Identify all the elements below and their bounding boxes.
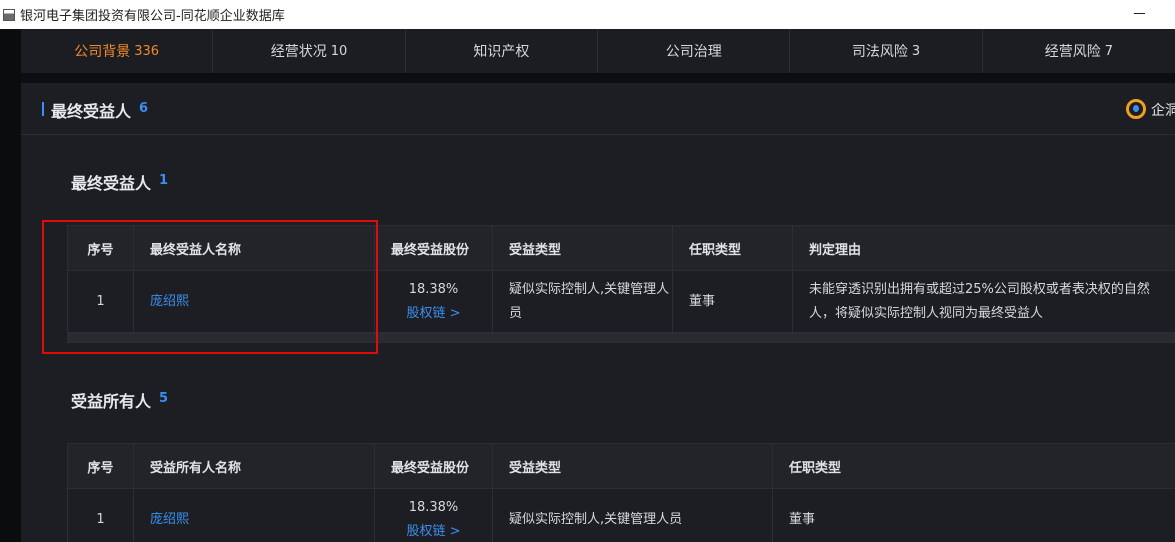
- panel-title: 最终受益人: [51, 102, 132, 121]
- column-header: 任职类型: [772, 443, 1175, 489]
- tab-judicial-risk[interactable]: 司法风险 3: [790, 29, 983, 73]
- window-titlebar: 银河电子集团投资有限公司-同花顺企业数据库: [0, 0, 1175, 29]
- left-rail: [0, 29, 21, 542]
- row-name-cell: 庞绍熙: [133, 488, 375, 542]
- section-title-beneficiaries: 最终受益人: [71, 174, 152, 193]
- row-type: 疑似实际控制人,关键管理人员: [492, 270, 673, 333]
- tab-label: 公司治理: [665, 44, 722, 60]
- tab-operating-risk[interactable]: 经营风险 7: [983, 29, 1175, 73]
- title-accent-bar: [42, 102, 44, 116]
- window-title: 银河电子集团投资有限公司-同花顺企业数据库: [20, 9, 285, 24]
- tab-separator-strip: [21, 73, 1175, 83]
- owners-table: 序号 受益所有人名称 最终受益股份 受益类型 任职类型 1 庞绍熙 18.38%…: [67, 443, 1175, 542]
- row-position: 董事: [772, 488, 1175, 542]
- column-header: 受益类型: [492, 443, 773, 489]
- beneficiary-name-link[interactable]: 庞绍熙: [150, 294, 189, 309]
- tab-operations[interactable]: 经营状况 10: [213, 29, 406, 73]
- table-row: 1 庞绍熙 18.38% 股权链 > 疑似实际控制人,关键管理人员 董事 未能穿…: [67, 270, 1175, 333]
- ratio-value: 18.38%: [408, 499, 459, 515]
- equity-chain-link[interactable]: 股权链 >: [375, 302, 492, 326]
- column-header: 序号: [67, 225, 134, 271]
- tab-label: 司法风险: [851, 44, 908, 60]
- column-header: 最终受益股份: [374, 225, 493, 271]
- tab-governance[interactable]: 公司治理: [598, 29, 791, 73]
- row-seq: 1: [67, 270, 134, 333]
- column-header: 受益所有人名称: [133, 443, 375, 489]
- tab-label: 公司背景: [74, 44, 131, 60]
- panel-header: 最终受益人 6 企洞: [21, 83, 1175, 135]
- table-header-row: 序号 最终受益人名称 最终受益股份 受益类型 任职类型 判定理由: [67, 225, 1175, 271]
- tab-label: 经营状况: [270, 44, 327, 60]
- tab-intellectual-property[interactable]: 知识产权: [406, 29, 599, 73]
- tab-label: 知识产权: [473, 44, 530, 60]
- column-header: 判定理由: [792, 225, 1175, 271]
- row-name-cell: 庞绍熙: [133, 270, 375, 333]
- brand-link[interactable]: 企洞: [1151, 100, 1175, 120]
- row-seq: 1: [67, 488, 134, 542]
- section-title-owners: 受益所有人: [71, 392, 152, 411]
- tab-company-background[interactable]: 公司背景 336: [21, 29, 214, 73]
- row-position: 董事: [672, 270, 793, 333]
- tab-count: 10: [330, 43, 348, 59]
- column-header: 最终受益股份: [374, 443, 493, 489]
- owner-name-link[interactable]: 庞绍熙: [150, 512, 189, 527]
- column-header: 受益类型: [492, 225, 673, 271]
- beneficiaries-table: 序号 最终受益人名称 最终受益股份 受益类型 任职类型 判定理由 1 庞绍熙 1…: [67, 225, 1175, 333]
- tab-count: 7: [1104, 43, 1113, 59]
- column-header: 最终受益人名称: [133, 225, 375, 271]
- tab-label: 经营风险: [1044, 44, 1101, 60]
- app-icon: [3, 8, 15, 21]
- panel-count: 6: [139, 101, 149, 116]
- row-reason: 未能穿透识别出拥有或超过25%公司股权或者表决权的自然人，将疑似实际控制人视同为…: [792, 270, 1175, 333]
- minimize-button[interactable]: [1134, 13, 1145, 14]
- column-header: 任职类型: [672, 225, 793, 271]
- table-row: 1 庞绍熙 18.38% 股权链 > 疑似实际控制人,关键管理人员 董事: [67, 488, 1175, 542]
- tab-count: 3: [911, 43, 921, 59]
- section-count-beneficiaries: 1: [159, 173, 169, 188]
- tab-count: 336: [134, 43, 160, 59]
- ratio-value: 18.38%: [408, 281, 459, 297]
- tab-bar: 公司背景 336 经营状况 10 知识产权 公司治理 司法风险 3 经营风险 7: [21, 29, 1175, 73]
- table-header-row: 序号 受益所有人名称 最终受益股份 受益类型 任职类型: [67, 443, 1175, 489]
- equity-chain-link[interactable]: 股权链 >: [375, 520, 492, 542]
- row-ratio-cell: 18.38% 股权链 >: [374, 270, 493, 333]
- column-header: 序号: [67, 443, 134, 489]
- horizontal-scrollbar[interactable]: [67, 333, 1175, 343]
- section-count-owners: 5: [159, 391, 169, 406]
- row-ratio-cell: 18.38% 股权链 >: [374, 488, 493, 542]
- row-type: 疑似实际控制人,关键管理人员: [492, 488, 773, 542]
- brand-logo-icon[interactable]: [1126, 99, 1146, 119]
